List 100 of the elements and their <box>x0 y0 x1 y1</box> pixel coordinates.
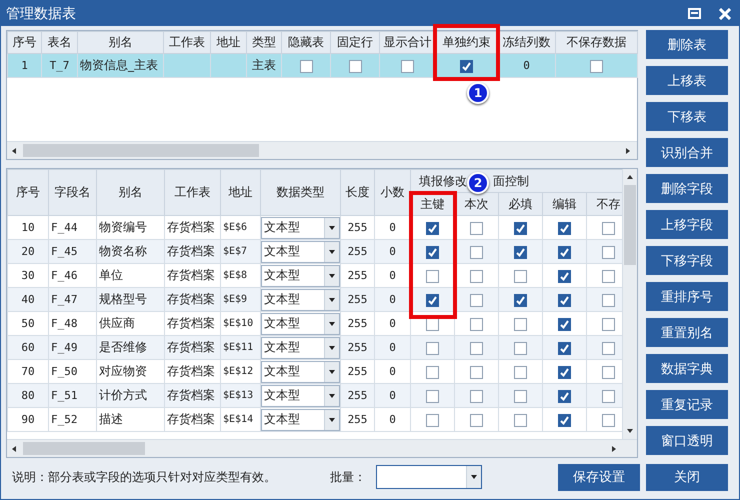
column-header[interactable]: 表名 <box>42 32 78 54</box>
side-button[interactable]: 识别合并 <box>646 138 728 167</box>
checkbox[interactable] <box>558 414 571 427</box>
checkbox[interactable] <box>348 60 362 73</box>
column-header[interactable]: 序号 <box>8 170 48 216</box>
checkbox[interactable] <box>558 342 571 355</box>
checkbox[interactable] <box>426 246 439 259</box>
column-header[interactable]: 单独约束 <box>436 32 498 54</box>
column-header[interactable]: 不保存数据 <box>556 32 638 54</box>
checkbox[interactable] <box>514 342 527 355</box>
scroll-arrow-icon[interactable] <box>626 427 634 435</box>
checkbox[interactable] <box>558 366 571 379</box>
column-header[interactable]: 类型 <box>246 32 282 54</box>
checkbox[interactable] <box>514 222 527 235</box>
checkbox[interactable] <box>590 60 603 73</box>
type-dropdown[interactable]: 文本型 <box>262 216 340 238</box>
checkbox[interactable] <box>514 294 527 307</box>
scroll-arrow-icon[interactable] <box>11 146 19 154</box>
side-button[interactable]: 重排序号 <box>646 282 728 311</box>
side-button[interactable]: 重复记录 <box>646 390 728 419</box>
checkbox[interactable] <box>558 390 571 403</box>
column-header[interactable]: 编辑 <box>542 192 586 216</box>
type-dropdown[interactable]: 文本型 <box>262 312 340 334</box>
side-button[interactable]: 删除表 <box>646 30 728 59</box>
checkbox[interactable] <box>401 60 414 73</box>
type-dropdown[interactable]: 文本型 <box>262 336 340 358</box>
restore-icon[interactable] <box>688 8 701 19</box>
checkbox[interactable] <box>460 60 473 73</box>
scrollbar-thumb[interactable] <box>23 442 145 455</box>
column-header[interactable]: 别名 <box>96 170 164 216</box>
column-header[interactable]: 隐藏表 <box>282 32 330 54</box>
scroll-arrow-icon[interactable] <box>626 173 634 181</box>
column-header[interactable]: 必填 <box>498 192 542 216</box>
checkbox[interactable] <box>426 390 439 403</box>
side-button[interactable]: 下移字段 <box>646 246 728 275</box>
checkbox[interactable] <box>470 414 483 427</box>
checkbox[interactable] <box>426 222 439 235</box>
column-header[interactable]: 地址 <box>220 170 260 216</box>
checkbox[interactable] <box>470 366 483 379</box>
checkbox[interactable] <box>300 60 312 73</box>
checkbox[interactable] <box>602 342 616 355</box>
column-header[interactable]: 数据类型 <box>260 170 340 216</box>
checkbox[interactable] <box>602 366 616 379</box>
column-header[interactable]: 显示合计 <box>380 32 436 54</box>
checkbox[interactable] <box>426 294 439 307</box>
scrollbar-thumb[interactable] <box>624 185 636 265</box>
checkbox[interactable] <box>470 246 483 259</box>
side-button[interactable]: 删除字段 <box>646 174 728 203</box>
type-dropdown[interactable]: 文本型 <box>262 360 340 382</box>
column-header[interactable]: 长度 <box>340 170 374 216</box>
checkbox[interactable] <box>470 342 483 355</box>
checkbox[interactable] <box>470 294 483 307</box>
checkbox[interactable] <box>558 318 571 331</box>
checkbox[interactable] <box>514 366 527 379</box>
column-header[interactable]: 小数 <box>374 170 410 216</box>
checkbox[interactable] <box>602 318 616 331</box>
checkbox[interactable] <box>514 318 527 331</box>
close-icon[interactable] <box>719 8 731 20</box>
close-button[interactable]: 关闭 <box>646 464 728 490</box>
column-header[interactable]: 序号 <box>8 32 42 54</box>
checkbox[interactable] <box>514 270 527 283</box>
checkbox[interactable] <box>558 294 571 307</box>
checkbox[interactable] <box>602 270 616 283</box>
checkbox[interactable] <box>602 246 616 259</box>
checkbox[interactable] <box>602 222 616 235</box>
checkbox[interactable] <box>602 390 616 403</box>
checkbox[interactable] <box>514 246 527 259</box>
checkbox[interactable] <box>470 318 483 331</box>
type-dropdown[interactable]: 文本型 <box>262 384 340 406</box>
type-dropdown[interactable]: 文本型 <box>262 264 340 286</box>
side-button[interactable]: 下移表 <box>646 102 728 131</box>
checkbox[interactable] <box>426 270 439 283</box>
batch-dropdown[interactable] <box>376 465 482 489</box>
checkbox[interactable] <box>426 366 439 379</box>
column-header[interactable]: 冻结列数 <box>498 32 556 54</box>
checkbox[interactable] <box>558 270 571 283</box>
type-dropdown[interactable]: 文本型 <box>262 288 340 310</box>
column-header[interactable]: 固定行 <box>330 32 380 54</box>
checkbox[interactable] <box>470 390 483 403</box>
column-header[interactable]: 工作表 <box>164 32 210 54</box>
checkbox[interactable] <box>426 414 439 427</box>
horizontal-scrollbar[interactable] <box>7 439 637 457</box>
checkbox[interactable] <box>514 390 527 403</box>
side-button[interactable]: 数据字典 <box>646 354 728 383</box>
save-button[interactable]: 保存设置 <box>558 464 640 490</box>
scrollbar-thumb[interactable] <box>23 144 259 157</box>
horizontal-scrollbar[interactable] <box>7 141 637 159</box>
checkbox[interactable] <box>602 414 616 427</box>
checkbox[interactable] <box>426 342 439 355</box>
side-button[interactable]: 上移字段 <box>646 210 728 239</box>
checkbox[interactable] <box>558 246 571 259</box>
column-header[interactable]: 不存 <box>586 192 622 216</box>
checkbox[interactable] <box>602 294 616 307</box>
vertical-scrollbar[interactable] <box>622 169 637 439</box>
column-header[interactable]: 工作表 <box>164 170 220 216</box>
side-button[interactable]: 重置别名 <box>646 318 728 347</box>
side-button[interactable]: 窗口透明 <box>646 426 728 455</box>
checkbox[interactable] <box>470 222 483 235</box>
column-header[interactable]: 别名 <box>78 32 164 54</box>
type-dropdown[interactable]: 文本型 <box>262 240 340 262</box>
